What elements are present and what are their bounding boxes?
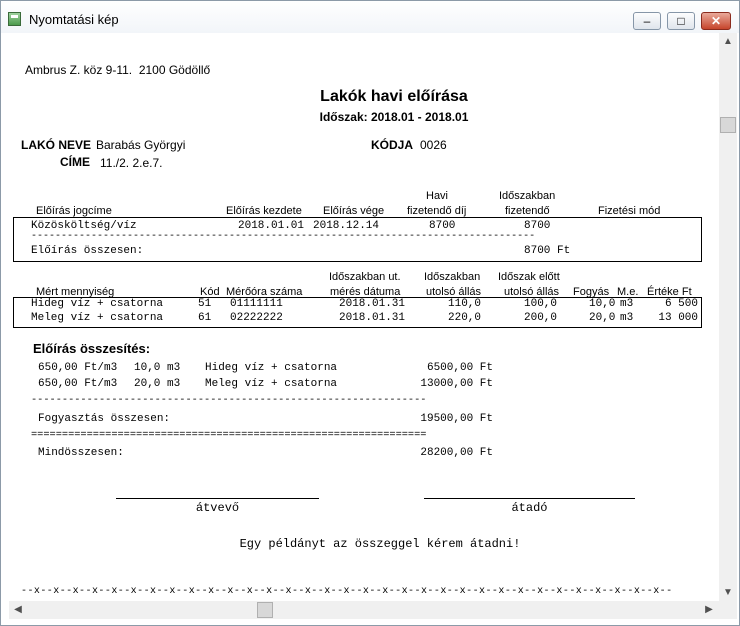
header-charge-start: Előírás kezdete — [226, 205, 302, 217]
close-icon: ✕ — [710, 14, 722, 28]
cut-line: --x--x--x--x--x--x--x--x--x--x--x--x--x-… — [21, 586, 673, 597]
close-button[interactable]: ✕ — [701, 12, 731, 30]
scroll-right-icon[interactable]: ▶ — [701, 604, 717, 615]
meter-row-name: Meleg víz + csatorna — [31, 312, 164, 324]
meter-row-last: 110,0 — [448, 298, 482, 310]
summary-qty: 10,0 m3 — [134, 362, 181, 374]
meter-row-code: 51 — [198, 298, 212, 310]
meter-row-value: 13 000 — [658, 312, 698, 324]
charges-total-value: 8700 Ft — [524, 245, 571, 257]
header-monthly-1: Havi — [426, 190, 449, 202]
scroll-down-icon[interactable]: ▼ — [720, 587, 736, 598]
giver-label: átadó — [511, 501, 548, 515]
header-prev-state-1: Időszak előtt — [498, 271, 560, 283]
minimize-button[interactable]: – — [633, 12, 661, 30]
summary-price: 650,00 Ft/m3 — [38, 362, 118, 374]
scrollbar-corner — [719, 601, 737, 619]
title-bar: Nyomtatási kép – □ ✕ — [1, 1, 739, 33]
meter-row-unit: m3 — [620, 312, 634, 324]
grand-total-label: Mindösszesen: — [38, 447, 124, 459]
header-charge-end: Előírás vége — [323, 205, 385, 217]
giver-signature-line — [424, 498, 635, 499]
house-address: Ambrus Z. köz 9-11. 2100 Gödöllő — [25, 63, 211, 77]
meter-row-value: 6 500 — [664, 298, 698, 310]
summary-name: Meleg víz + csatorna — [205, 378, 338, 390]
header-last-state-1: Időszakban — [424, 271, 481, 283]
vertical-scrollbar[interactable]: ▲ ▼ — [719, 33, 737, 601]
summary-name: Hideg víz + csatorna — [205, 362, 338, 374]
window-title: Nyomtatási kép — [29, 12, 119, 27]
meter-row-prev: 100,0 — [524, 298, 558, 310]
consumption-total-value: 19500,00 Ft — [420, 413, 493, 425]
tenant-address: 11./2. 2.e.7. — [100, 156, 163, 170]
meter-row-unit: m3 — [620, 298, 634, 310]
meter-row-code: 61 — [198, 312, 212, 324]
tenant-name: Barabás Györgyi — [96, 138, 186, 152]
meter-row-last: 220,0 — [448, 312, 482, 324]
tenant-code: 0026 — [420, 138, 447, 152]
summary-amount: 6500,00 Ft — [426, 362, 493, 374]
grand-total-value: 28200,00 Ft — [420, 447, 493, 459]
summary-price: 650,00 Ft/m3 — [38, 378, 118, 390]
vertical-scroll-thumb[interactable] — [720, 117, 736, 133]
meter-row-date: 2018.01.31 — [339, 298, 406, 310]
scroll-left-icon[interactable]: ◀ — [10, 604, 26, 615]
summary-heading: Előírás összesítés: — [33, 341, 151, 356]
summary-qty: 20,0 m3 — [134, 378, 181, 390]
print-preview-window: Nyomtatási kép – □ ✕ Ambrus Z. köz 9-11.… — [0, 0, 740, 626]
meter-row-number: 01111111 — [230, 298, 283, 310]
meter-row-number: 02222222 — [230, 312, 283, 324]
receiver-signature-line — [116, 498, 319, 499]
code-label: KÓDJA — [371, 138, 414, 152]
maximize-button[interactable]: □ — [667, 12, 695, 30]
header-monthly-2: fizetendő díj — [407, 205, 467, 217]
meter-row-consumption: 20,0 — [589, 312, 616, 324]
receiver-label: átvevő — [195, 501, 240, 515]
report-title: Lakók havi előírása — [320, 88, 468, 105]
summary-equals-line: ========================================… — [31, 429, 427, 441]
scroll-up-icon[interactable]: ▲ — [720, 36, 736, 47]
report-period: Időszak: 2018.01 - 2018.01 — [319, 110, 469, 124]
meter-row-date: 2018.01.31 — [339, 312, 406, 324]
header-payment: Fizetési mód — [598, 205, 661, 217]
header-last-date-1: Időszakban ut. — [329, 271, 401, 283]
summary-amount: 13000,00 Ft — [420, 378, 493, 390]
meter-row-prev: 200,0 — [524, 312, 558, 324]
minimize-icon: – — [643, 14, 651, 28]
maximize-icon: □ — [677, 14, 685, 28]
header-charge-title: Előírás jogcíme — [36, 205, 112, 217]
meter-row-consumption: 10,0 — [589, 298, 616, 310]
header-period-due-2: fizetendő — [505, 205, 550, 217]
header-period-due-1: Időszakban — [499, 190, 556, 202]
consumption-total-label: Fogyasztás összesen: — [38, 413, 171, 425]
app-icon — [8, 12, 21, 26]
horizontal-scrollbar[interactable]: ◀ ▶ — [9, 601, 719, 619]
handover-note: Egy példányt az összeggel kérem átadni! — [239, 537, 521, 551]
report-page: Ambrus Z. köz 9-11. 2100 Gödöllő Lakók h… — [9, 33, 719, 601]
tenant-name-label: LAKÓ NEVE — [21, 138, 92, 152]
horizontal-scroll-thumb[interactable] — [257, 602, 273, 618]
summary-dash-line: ----------------------------------------… — [31, 394, 427, 406]
charges-total-label: Előírás összesen: — [31, 245, 144, 257]
address-label: CÍME — [60, 155, 90, 169]
charges-separator: ----------------------------------------… — [31, 231, 536, 242]
meter-row-name: Hideg víz + csatorna — [31, 298, 164, 310]
